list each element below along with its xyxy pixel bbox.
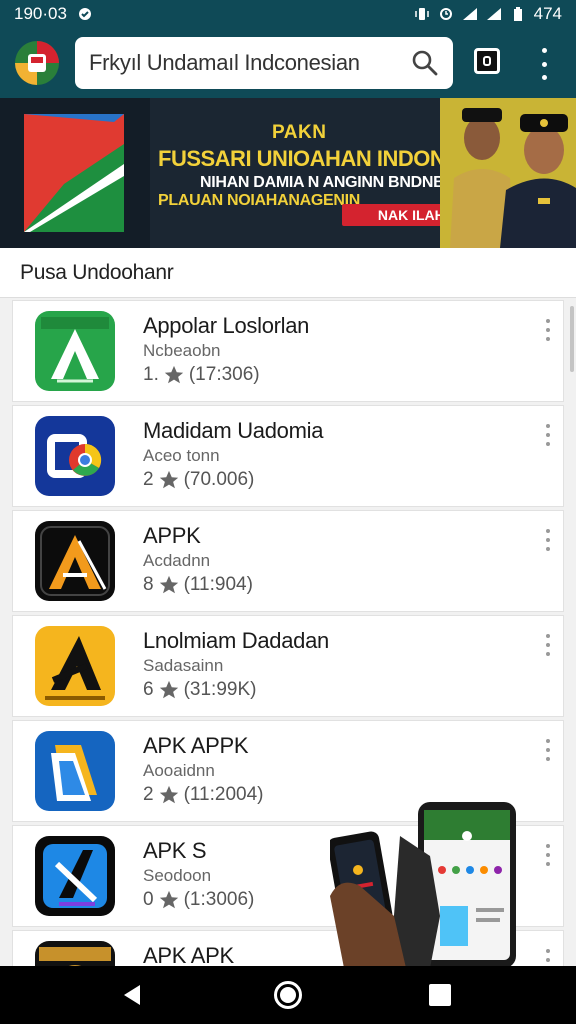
- app-rating: 2 (11:2004): [143, 784, 264, 806]
- more-options-icon[interactable]: [545, 949, 551, 966]
- more-options-icon[interactable]: [545, 529, 551, 551]
- app-list-item[interactable]: Lnolmiam Dadadan Sadasainn 6 (31:99K): [12, 615, 564, 717]
- status-left: 190·03: [14, 4, 93, 24]
- banner-tagline: PLAUAN NOIAHANAGENIN: [158, 192, 361, 209]
- recents-button[interactable]: [429, 984, 451, 1006]
- battery-level: 474: [533, 4, 562, 23]
- status-right: 474: [414, 4, 562, 24]
- app-developer: Ncbeaobn: [143, 341, 221, 360]
- hands-phones-image: [330, 802, 516, 968]
- app-name: APPK: [143, 523, 201, 548]
- a-black-yellow-icon: [35, 626, 115, 706]
- scrollbar[interactable]: [570, 306, 574, 372]
- star-icon: [164, 365, 184, 384]
- app-list-item[interactable]: Madidam Uadomia Aceo tonn 2 (70.006): [12, 405, 564, 507]
- app-rating: 1. (17:306): [143, 364, 260, 386]
- section-title: Pusa Undoohanr: [0, 248, 576, 298]
- more-options-icon[interactable]: [545, 844, 551, 866]
- rating-count: (11:904): [183, 574, 253, 595]
- rating-value: 2: [143, 784, 154, 805]
- search-icon[interactable]: [411, 49, 439, 77]
- status-bar: 190·03 474: [0, 0, 576, 28]
- search-input-value: Frkyıl Undamaıl Indconesian: [89, 50, 360, 75]
- app-name: Appolar Loslorlan: [143, 313, 310, 338]
- rating-value: 8: [143, 574, 154, 595]
- star-icon: [159, 575, 178, 594]
- app-rating: 2 (70.006): [143, 469, 254, 491]
- rating-value: 6: [143, 679, 154, 700]
- rating-value: 0: [143, 889, 154, 910]
- app-developer: Seodoon: [143, 866, 212, 885]
- back-icon[interactable]: [120, 983, 144, 1007]
- app-list-item[interactable]: APPK Acdadnn 8 (11:904): [12, 510, 564, 612]
- banner-subtitle: NIHAN DAMIA N ANGINN BNDNBNIAT: [200, 174, 480, 191]
- home-icon: [280, 987, 296, 1003]
- search-input[interactable]: Frkyıl Undamaıl Indconesian: [75, 37, 453, 89]
- star-icon: [159, 890, 178, 909]
- rating-value: 1.: [143, 364, 159, 385]
- navigation-bar: [0, 966, 576, 1024]
- app-developer: Aooaidnn: [143, 761, 215, 780]
- officers-image: [440, 98, 576, 248]
- vibrate-icon: [414, 8, 429, 20]
- app-name: Madidam Uadomia: [143, 418, 324, 443]
- app-list-item[interactable]: Appolar Loslorlan Ncbeaobn 1. (17:306): [12, 300, 564, 402]
- status-time: 190·03: [14, 4, 67, 23]
- app-logo-icon[interactable]: [12, 38, 62, 88]
- promo-banner[interactable]: PAKN FUSSARI UNIOAHAN INDONIRA NIHAN DAM…: [0, 98, 576, 248]
- banner-heading: PAKN: [272, 122, 327, 143]
- chrome-blue-icon: [35, 416, 115, 496]
- rating-count: (11:2004): [183, 784, 264, 805]
- overflow-menu-button[interactable]: [532, 44, 556, 84]
- more-options-icon[interactable]: [545, 319, 551, 341]
- more-options-icon[interactable]: [545, 739, 551, 761]
- alarm-icon: [439, 8, 452, 20]
- tabs-button[interactable]: [474, 48, 500, 74]
- rating-count: (1:3006): [183, 889, 255, 910]
- app-rating: 0 (1:3006): [143, 889, 254, 911]
- notification-icon: [78, 8, 91, 20]
- battery-icon: [513, 7, 522, 21]
- screen: 190·03 474 Frkyıl Undamaıl Indconesian P…: [0, 0, 576, 1024]
- more-options-icon[interactable]: [545, 424, 551, 446]
- signal-icon-2: [486, 8, 501, 20]
- app-developer: Aceo tonn: [143, 446, 220, 465]
- star-icon: [159, 680, 178, 699]
- rating-count: (31:99K): [183, 679, 257, 700]
- seal-gold-icon: [35, 941, 115, 966]
- tabs-icon: [483, 56, 491, 66]
- signal-icon: [462, 8, 477, 20]
- play-logo-icon: [24, 114, 124, 232]
- banner-title: FUSSARI UNIOAHAN INDONIRA: [158, 146, 482, 171]
- app-name: APK APK: [143, 943, 234, 966]
- star-icon: [159, 470, 178, 489]
- rating-count: (70.006): [183, 469, 255, 490]
- folder-blue-icon: [35, 731, 115, 811]
- app-developer: Acdadnn: [143, 551, 211, 570]
- a-blue-black-icon: [35, 836, 115, 916]
- home-button[interactable]: [274, 981, 302, 1009]
- a-arrow-green-icon: [35, 311, 115, 391]
- a-orange-black-icon: [35, 521, 115, 601]
- rating-count: (17:306): [188, 364, 260, 385]
- app-rating: 6 (31:99K): [143, 679, 256, 701]
- app-developer: Sadasainn: [143, 656, 224, 675]
- star-icon: [159, 785, 178, 804]
- app-name: APK APPK: [143, 733, 249, 758]
- app-name: APK S: [143, 838, 207, 863]
- app-bar: Frkyıl Undamaıl Indconesian: [0, 28, 576, 98]
- more-options-icon[interactable]: [545, 634, 551, 656]
- app-name: Lnolmiam Dadadan: [143, 628, 329, 653]
- rating-value: 2: [143, 469, 154, 490]
- app-rating: 8 (11:904): [143, 574, 253, 596]
